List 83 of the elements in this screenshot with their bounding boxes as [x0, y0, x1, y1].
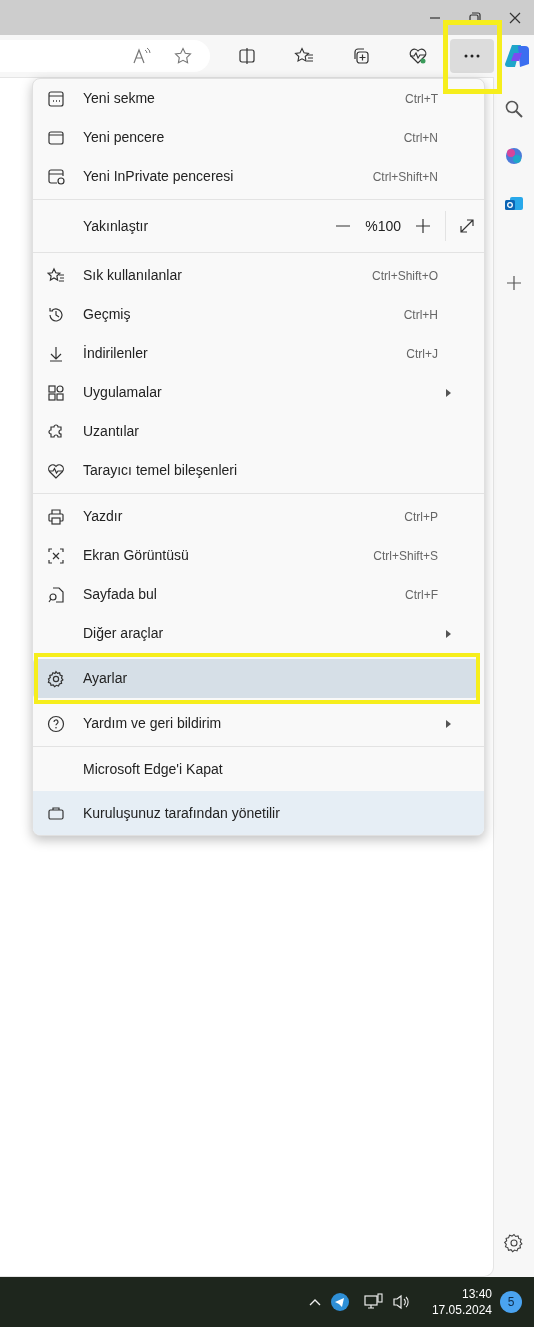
zoom-level: %100 [365, 216, 401, 236]
briefcase-icon [47, 804, 65, 822]
download-icon [47, 344, 65, 363]
shortcut-label: Ctrl+T [405, 90, 438, 108]
shortcut-label: Ctrl+Shift+N [372, 168, 438, 186]
menu-item-label: Yazdır [83, 507, 124, 526]
shortcut-label: Ctrl+H [403, 306, 438, 324]
menu-item-label: Uzantılar [83, 422, 141, 441]
search-icon[interactable] [504, 99, 524, 119]
read-aloud-icon[interactable] [132, 47, 152, 65]
menu-item-label: Uygulamalar [83, 383, 163, 402]
menu-item-label: Ekran Görüntüsü [83, 546, 190, 565]
settings-icon[interactable] [504, 1233, 524, 1253]
menu-item[interactable]: Yazdır Ctrl+P [33, 497, 478, 536]
fullscreen-icon[interactable] [458, 217, 476, 235]
menu-item[interactable]: Yeni InPrivate penceresi Ctrl+Shift+N [33, 157, 478, 196]
favorites-icon[interactable] [294, 47, 314, 65]
shortcut-label: Ctrl+J [406, 345, 438, 363]
private-window-icon [47, 167, 65, 186]
close-icon[interactable] [508, 10, 522, 25]
speaker-icon[interactable] [391, 1293, 412, 1311]
menu-item-label: Ayarlar [83, 669, 129, 688]
menu-item[interactable]: Sayfada bul Ctrl+F [33, 575, 478, 614]
menu-item-label: Diğer araçlar [83, 624, 165, 643]
favorites-icon [47, 266, 65, 285]
notification-badge[interactable]: 5 [500, 1291, 522, 1313]
heartbeat-icon[interactable] [408, 47, 428, 65]
menu-item-label: İndirilenler [83, 344, 149, 363]
shapes-icon[interactable] [505, 147, 523, 165]
shortcut-label: Ctrl+N [403, 129, 438, 147]
mail-icon[interactable] [504, 195, 524, 213]
menu-item[interactable]: Ekran Görüntüsü Ctrl+Shift+S [33, 536, 478, 575]
menu-item[interactable]: Tarayıcı temel bileşenleri [33, 451, 478, 490]
menu-item-label: Yeni pencere [83, 128, 166, 147]
managed-notice: Kuruluşunuz tarafından yönetilir [83, 803, 280, 823]
menu-item[interactable]: Uygulamalar [33, 373, 478, 412]
window-icon [47, 128, 65, 147]
star-icon[interactable] [174, 47, 192, 65]
split-screen-icon[interactable] [238, 47, 256, 65]
submenu-arrow-icon [446, 718, 452, 729]
menu-item[interactable]: Uzantılar [33, 412, 478, 451]
apps-icon [47, 383, 65, 402]
chevron-up-icon[interactable] [307, 1297, 322, 1307]
more-icon [463, 54, 481, 58]
menu-item[interactable]: Yeni sekme Ctrl+T [33, 79, 478, 118]
plus-icon[interactable] [415, 218, 431, 234]
menu-item-label: Yardım ve geri bildirim [83, 714, 223, 733]
submenu-arrow-icon [446, 387, 452, 398]
help-icon [47, 714, 65, 733]
menu-item-label: Microsoft Edge'i Kapat [83, 760, 224, 779]
history-icon [47, 305, 65, 324]
menu-item[interactable]: Microsoft Edge'i Kapat [33, 750, 478, 789]
shortcut-label: Ctrl+Shift+O [371, 267, 438, 285]
menu-item-label: Geçmiş [83, 305, 132, 324]
heartbeat-icon [47, 461, 65, 480]
puzzle-icon [47, 422, 65, 441]
menu-item[interactable]: İndirilenler Ctrl+J [33, 334, 478, 373]
screenshot-icon [47, 546, 65, 565]
menu-item-label: Yeni sekme [83, 89, 156, 108]
menu-item[interactable]: Geçmiş Ctrl+H [33, 295, 478, 334]
zoom-label: Yakınlaştır [83, 216, 150, 236]
shortcut-label: Ctrl+P [404, 508, 438, 526]
menu-item-label: Sık kullanılanlar [83, 266, 183, 285]
menu-item[interactable]: Diğer araçlar [33, 614, 478, 653]
menu-item[interactable]: Ayarlar [33, 659, 478, 698]
collections-icon[interactable] [352, 47, 370, 65]
network-icon[interactable] [363, 1293, 384, 1311]
shortcut-label: Ctrl+Shift+S [373, 547, 438, 565]
printer-icon [47, 507, 65, 526]
shortcut-label: Ctrl+F [405, 586, 438, 604]
menu-item[interactable]: Yardım ve geri bildirim [33, 704, 478, 743]
clock-date[interactable]: 17.05.2024 [431, 1302, 492, 1318]
menu-item[interactable]: Sık kullanılanlar Ctrl+Shift+O [33, 256, 478, 295]
add-icon[interactable] [506, 275, 522, 291]
clock-time[interactable]: 13:40 [461, 1286, 492, 1302]
menu-item-label: Sayfada bul [83, 585, 158, 604]
tab-icon [47, 89, 65, 108]
menu-item[interactable]: Yeni pencere Ctrl+N [33, 118, 478, 157]
menu-item-label: Yeni InPrivate penceresi [83, 167, 235, 186]
find-page-icon [47, 585, 65, 604]
submenu-arrow-icon [446, 628, 452, 639]
menu-item-label: Tarayıcı temel bileşenleri [83, 461, 239, 480]
settings-icon [47, 669, 65, 688]
